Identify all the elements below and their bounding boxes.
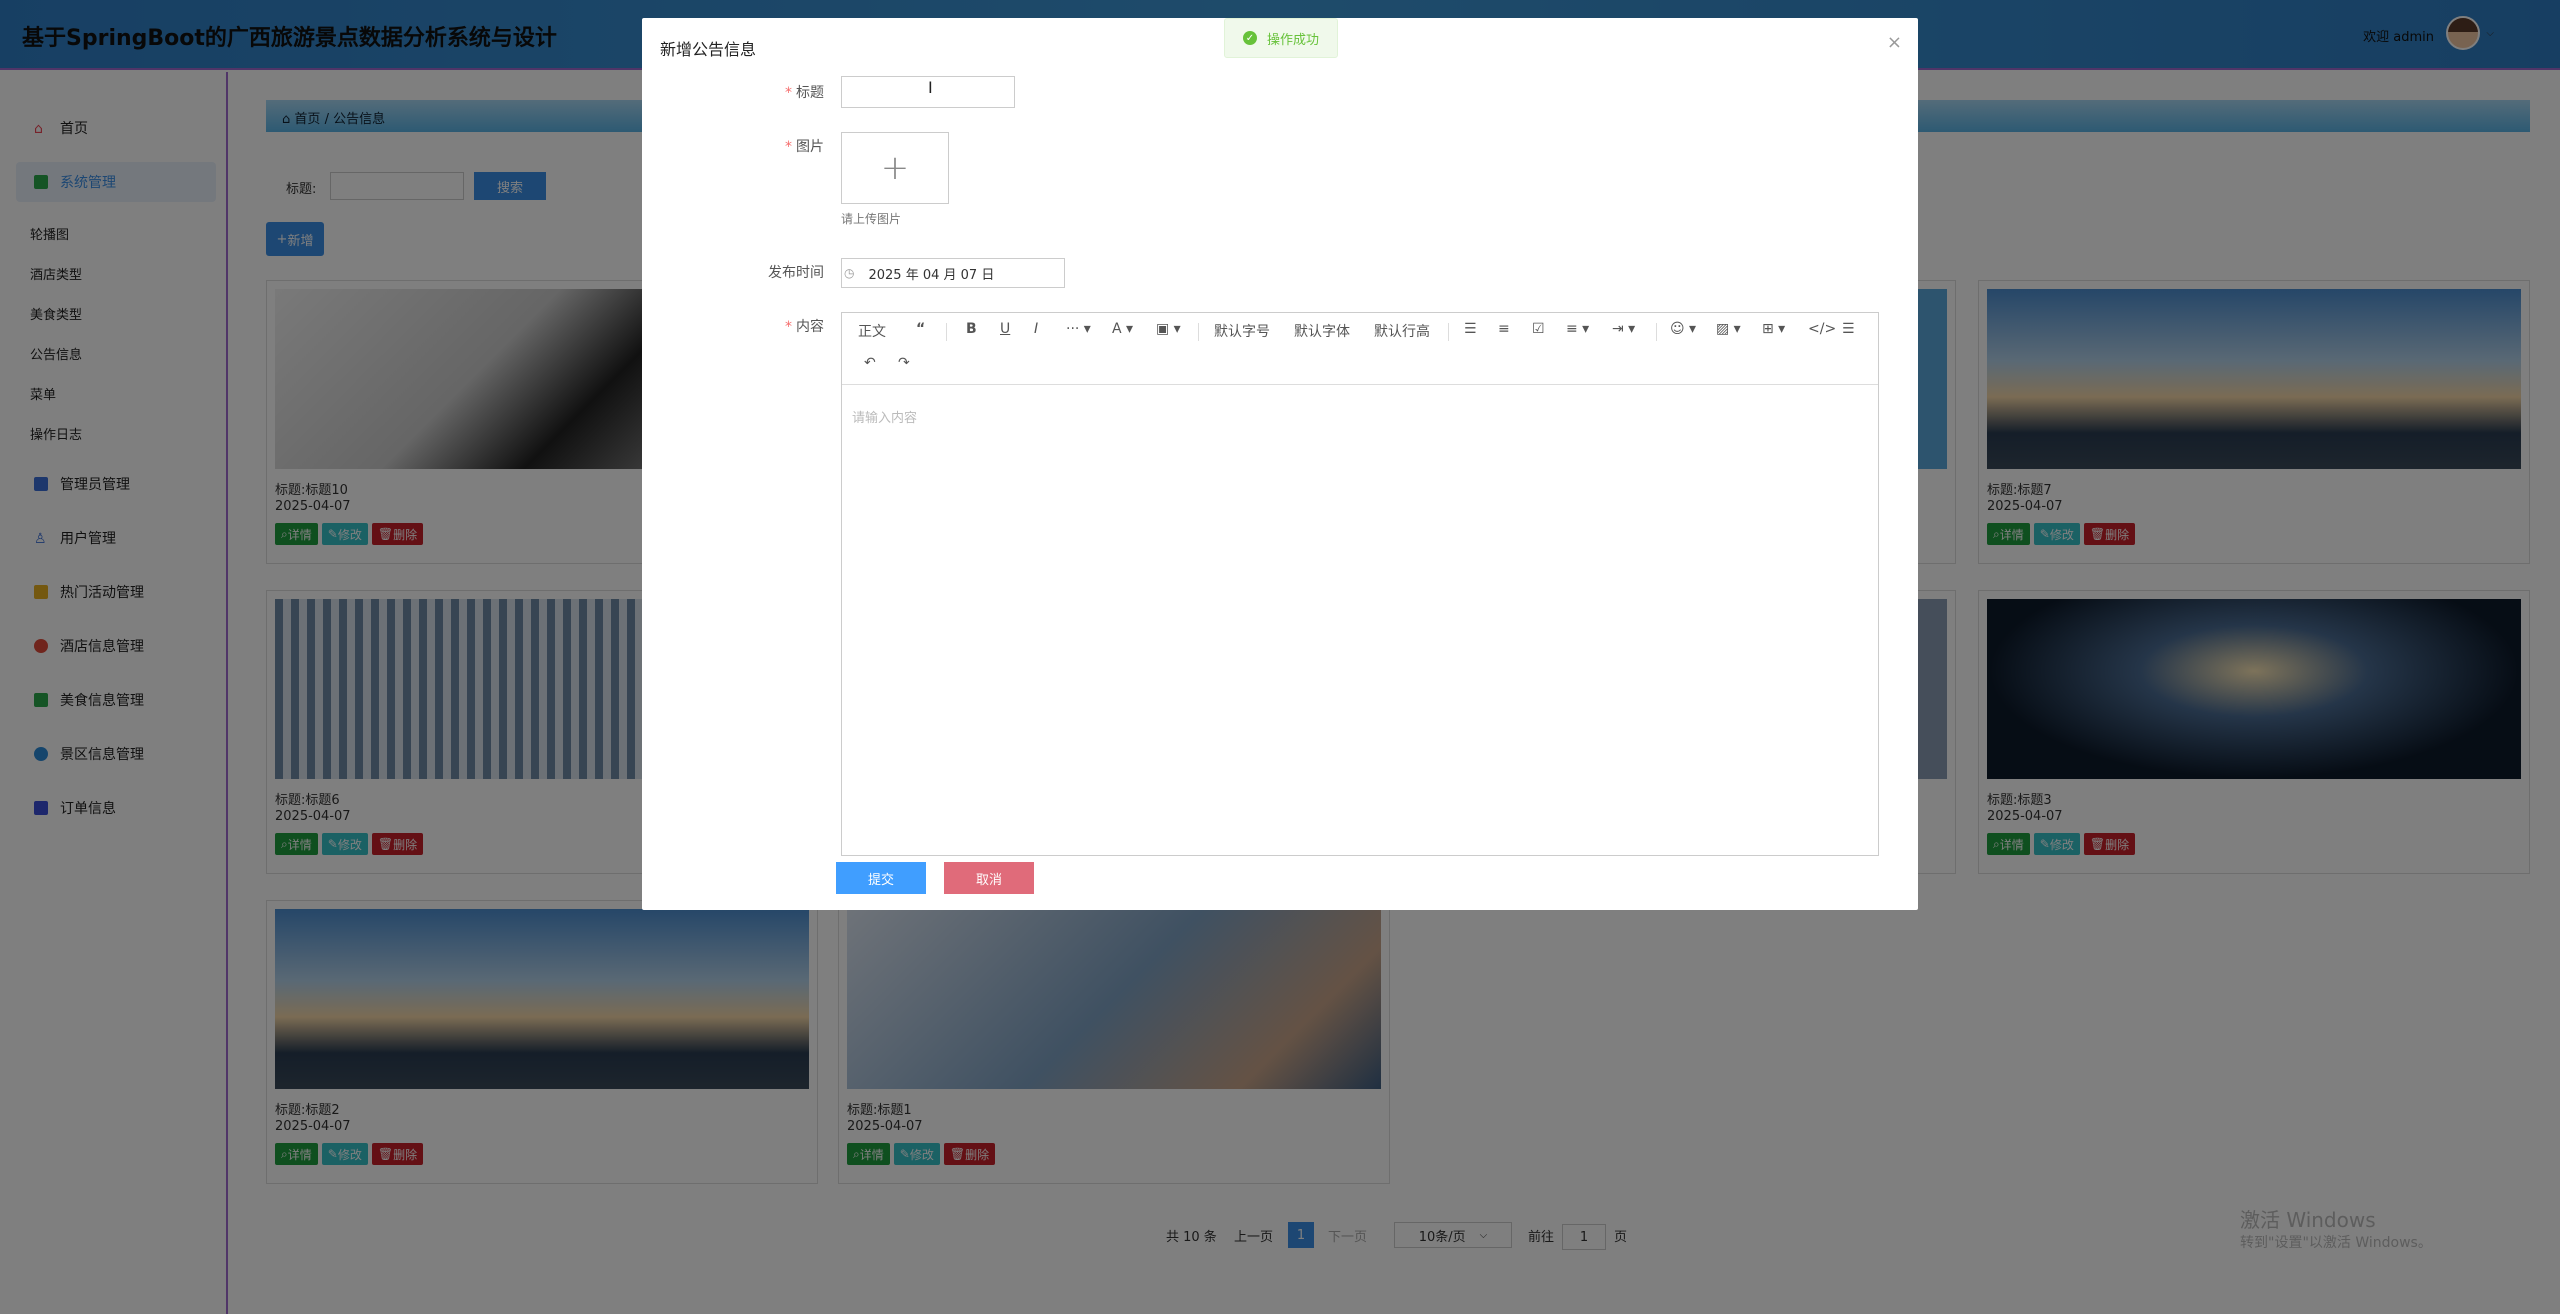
text-cursor-icon: I: [928, 78, 933, 97]
clock-icon: ◷: [844, 266, 855, 280]
font-size-select[interactable]: 默认字号: [1214, 321, 1270, 341]
toast-message: 操作成功: [1267, 32, 1320, 48]
plus-icon: +: [880, 148, 910, 188]
content-field-label: * 内容: [785, 319, 824, 335]
image-field-label: * 图片: [785, 139, 824, 155]
date-picker[interactable]: ◷ 2025 年 04 月 07 日: [841, 258, 1065, 288]
upload-hint: 请上传图片: [841, 212, 902, 226]
font-family-select[interactable]: 默认字体: [1294, 321, 1350, 341]
italic-icon[interactable]: I: [1034, 321, 1038, 337]
paragraph-select[interactable]: 正文: [858, 321, 886, 341]
bullet-list-icon[interactable]: ☰: [1464, 321, 1477, 337]
line-height-select[interactable]: 默认行高: [1374, 321, 1430, 341]
editor-toolbar: 正文 “ B U I ··· ▾ A ▾ ▣ ▾ 默认字号 默认字体 默认行高 …: [842, 313, 1878, 385]
redo-icon[interactable]: ↷: [898, 355, 910, 371]
table-icon[interactable]: ⊞ ▾: [1762, 321, 1785, 337]
add-notice-dialog: 新增公告信息 × * 标题 * 图片 + 请上传图片 发布时间 ◷ 2025 年 0…: [642, 18, 1918, 910]
cancel-button[interactable]: 取消: [944, 862, 1034, 894]
date-field-label: 发布时间: [768, 265, 824, 281]
close-icon[interactable]: ×: [1887, 32, 1902, 53]
code-icon[interactable]: </>: [1808, 321, 1836, 337]
bold-icon[interactable]: B: [966, 321, 977, 337]
image-uploader[interactable]: +: [841, 132, 949, 204]
editor-content[interactable]: 请输入内容: [852, 407, 917, 426]
image-icon[interactable]: ▨ ▾: [1716, 321, 1741, 337]
align-icon[interactable]: ≡ ▾: [1566, 321, 1589, 337]
background-color-icon[interactable]: ▣ ▾: [1156, 321, 1181, 337]
indent-icon[interactable]: ⇥ ▾: [1612, 321, 1635, 337]
rich-text-editor: 正文 “ B U I ··· ▾ A ▾ ▣ ▾ 默认字号 默认字体 默认行高 …: [841, 312, 1879, 856]
check-icon: ✓: [1243, 31, 1257, 45]
quote-icon[interactable]: “: [916, 321, 925, 337]
undo-icon[interactable]: ↶: [864, 355, 876, 371]
numbered-list-icon[interactable]: ≡: [1498, 321, 1510, 337]
emoji-icon[interactable]: ☺ ▾: [1670, 321, 1696, 337]
underline-icon[interactable]: U: [1000, 321, 1010, 337]
more-style-icon[interactable]: ··· ▾: [1066, 321, 1091, 337]
todo-icon[interactable]: ☑: [1532, 321, 1545, 337]
success-toast: ✓ 操作成功: [1224, 18, 1338, 58]
divider-icon[interactable]: ☰: [1842, 321, 1855, 337]
title-field-label: * 标题: [785, 85, 824, 101]
submit-button[interactable]: 提交: [836, 862, 926, 894]
dialog-title: 新增公告信息: [660, 40, 757, 59]
font-color-icon[interactable]: A ▾: [1112, 321, 1133, 337]
